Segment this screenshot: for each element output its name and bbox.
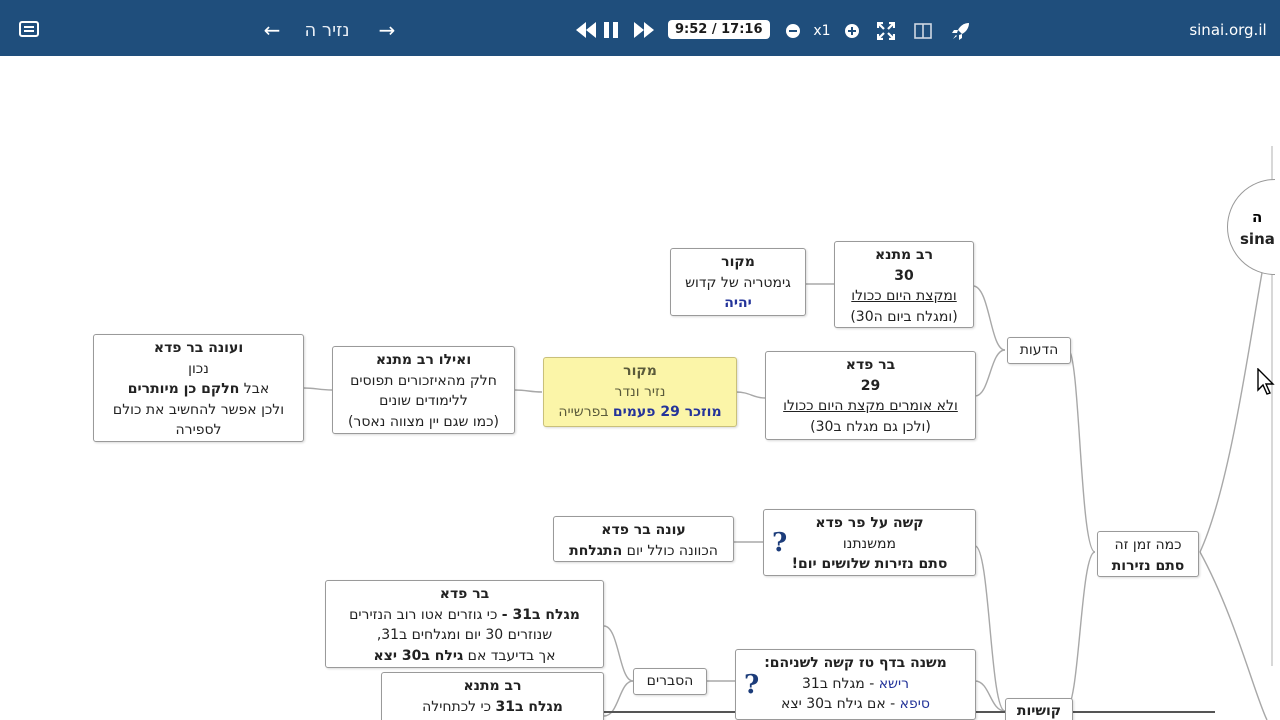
node-heading: רב מתנא	[463, 678, 522, 694]
lesson-title: נזיר ה	[304, 19, 350, 41]
node-text: אבל	[239, 381, 270, 397]
node-text: חלק מהאיזכורים תפוסים	[350, 372, 497, 389]
site-link[interactable]: sinai.org.il	[1188, 18, 1268, 42]
node-text: הדעות	[1019, 342, 1059, 358]
speed-label[interactable]: x1	[810, 20, 834, 42]
mind-map-canvas[interactable]: ה sina רב מתנא 30 ומקצת היום ככולו (ומגל…	[5, 56, 1275, 720]
node-emphasis: חלקם כן מיותרים	[127, 381, 240, 397]
rewind-icon[interactable]	[574, 20, 598, 40]
node-emphasis: מגלח ב31 -	[501, 606, 580, 623]
expand-icon[interactable]	[876, 21, 896, 41]
node-number: 29	[860, 377, 881, 394]
node-text: (כמו שגם יין מצווה נאסר)	[347, 413, 500, 430]
node-heading: מקור	[623, 363, 657, 379]
node-bar-pada-31[interactable]: בר פדא מגלח ב31 - כי גוזרים אטו רוב הנזי…	[325, 580, 604, 668]
node-emphasis: סתם נזירות שלושים יום!	[791, 556, 948, 572]
node-emphasis: סתם נזירות	[1111, 557, 1185, 574]
node-emphasis: מגלח ב31	[495, 698, 563, 715]
node-rav-matna-31[interactable]: רב מתנא מגלח ב31 כי לכתחילה	[381, 672, 604, 720]
node-text: (ולכן גם מגלח ב30)	[810, 418, 931, 435]
node-text: ולא אומרים מקצת היום ככולו	[783, 398, 958, 414]
node-emphasis: מוזכר 29 פעמים	[612, 404, 722, 420]
top-bar: ← נזיר ה → 9:52 / 17:16 x1 sinai.org.il	[0, 0, 1280, 56]
pause-icon[interactable]	[600, 20, 622, 40]
node-text: נכון	[188, 360, 209, 377]
node-emphasis: סיפא	[899, 696, 930, 712]
node-bar-pada-answers[interactable]: ועונה בר פדא נכון אבל חלקם כן מיותרים ול…	[93, 334, 304, 442]
node-rav-matna-30[interactable]: רב מתנא 30 ומקצת היום ככולו (ומגלח ביום …	[834, 241, 974, 328]
node-heading: עונה בר פדא	[601, 522, 686, 538]
node-heading: ואילו רב מתנא	[375, 352, 472, 368]
node-how-long-nazirut[interactable]: כמה זמן זה סתם נזירות	[1097, 531, 1199, 577]
node-text: אך בדיעבד אם	[463, 647, 556, 664]
node-heading: רב מתנא	[874, 247, 934, 263]
node-text: הסברים	[646, 673, 694, 689]
node-text: כי לכתחילה	[422, 698, 496, 715]
node-heading: בר פדא	[845, 357, 896, 373]
node-text: ממשנתנו	[842, 535, 897, 552]
rocket-icon[interactable]	[950, 20, 972, 42]
node-heading: בר פדא	[439, 586, 490, 602]
node-text: לספירה	[175, 422, 222, 438]
node-text: גימטריה של קדוש	[685, 274, 791, 291]
node-text: ללימודים שונים	[379, 393, 468, 409]
plus-circle-icon[interactable]	[843, 22, 861, 40]
node-question-bar-pada[interactable]: ? קשה על פר פדא ממשנתנו סתם נזירות שלושי…	[763, 509, 976, 576]
node-heading: משנה בדף טז קשה לשניהם:	[764, 655, 947, 671]
node-heading: מקור	[721, 254, 755, 270]
node-emphasis: יהיה	[724, 295, 752, 311]
node-text: כי גוזרים אטו רוב הנזירים	[349, 606, 502, 623]
time-display: 9:52 / 17:16	[668, 20, 770, 39]
node-text: כמה זמן זה	[1114, 537, 1182, 553]
arrow-right-icon[interactable]: →	[375, 18, 399, 42]
node-bar-pada-reply[interactable]: עונה בר פדא הכוונה כולל יום התגלחת	[553, 516, 734, 562]
node-heading: ועונה בר פדא	[153, 340, 244, 356]
node-emphasis: רישא	[878, 675, 910, 692]
node-source-nazir-neder[interactable]: מקור נזיר ונדר מוזכר 29 פעמים בפרשייה	[543, 357, 737, 427]
node-text: - מגלח ב31	[801, 675, 879, 692]
node-text: נזיר ונדר	[614, 383, 666, 400]
node-emphasis: התגלחת	[569, 542, 623, 559]
node-bar-pada-29[interactable]: בר פדא 29 ולא אומרים מקצת היום ככולו (ול…	[765, 351, 976, 440]
node-whereas-rav-matna[interactable]: ואילו רב מתנא חלק מהאיזכורים תפוסים ללימ…	[332, 346, 515, 434]
node-text: ולכן אפשר להחשיב את כולם	[112, 401, 285, 418]
node-text: (ומגלח ביום ה30)	[850, 308, 958, 325]
node-difficulties[interactable]: קושיות	[1005, 698, 1073, 720]
minus-circle-icon[interactable]	[784, 22, 802, 40]
node-text: בפרשייה	[558, 404, 613, 420]
node-text: הכוונה כולל יום	[622, 542, 718, 559]
node-opinions[interactable]: הדעות	[1007, 337, 1071, 364]
root-subtitle: sina	[1240, 230, 1275, 248]
node-text: שנוזרים 30 יום ומגלחים ב31,	[376, 627, 553, 643]
node-heading: קושיות	[1016, 703, 1062, 719]
arrow-left-icon[interactable]: ←	[260, 18, 284, 42]
node-emphasis: גילח ב30 יצא	[373, 647, 464, 664]
time-text: 9:52 / 17:16	[668, 20, 770, 39]
node-text: ומקצת היום ככולו	[851, 288, 957, 304]
split-view-icon[interactable]	[913, 21, 933, 41]
node-number: 30	[894, 267, 914, 284]
node-mishna-difficulty[interactable]: ? משנה בדף טז קשה לשניהם: רישא - מגלח ב3…	[735, 649, 976, 720]
mouse-cursor-icon	[1257, 367, 1275, 400]
root-title: ה	[1252, 208, 1263, 226]
node-explanations[interactable]: הסברים	[633, 668, 707, 695]
node-heading: קשה על פר פדא	[815, 515, 924, 531]
question-mark-icon: ?	[772, 527, 788, 558]
fast-forward-icon[interactable]	[632, 20, 656, 40]
menu-icon[interactable]	[18, 18, 40, 40]
question-mark-icon: ?	[744, 669, 760, 700]
node-text: - אם גילח ב30 יצא	[780, 696, 900, 712]
node-source-gematria[interactable]: מקור גימטריה של קדוש יהיה	[670, 248, 806, 316]
